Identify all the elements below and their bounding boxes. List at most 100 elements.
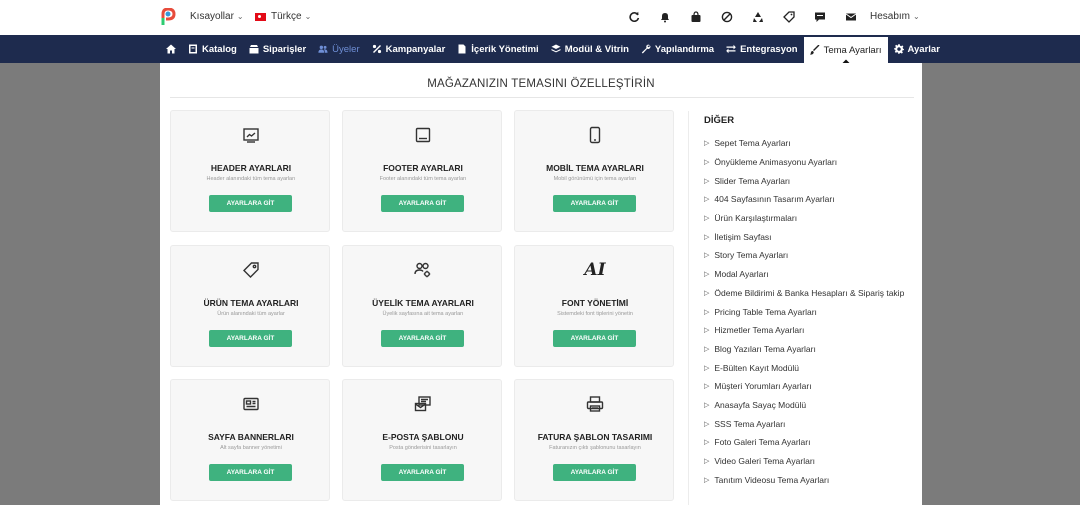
go-to-settings-button[interactable]: AYARLARA GİT [553, 330, 636, 347]
go-to-settings-button[interactable]: AYARLARA GİT [553, 464, 636, 481]
home-icon [166, 44, 176, 54]
exchange-icon [726, 44, 736, 54]
nav-configuration[interactable]: Yapılandırma [635, 35, 720, 63]
account-menu[interactable]: Hesabım ⌄ [870, 11, 920, 22]
card-title: HEADER AYARLARI [210, 163, 292, 173]
card-title: SAYFA BANNERLARI [208, 432, 294, 442]
caret-right-icon: ▷ [704, 140, 710, 148]
go-to-settings-button[interactable]: AYARLARA GİT [209, 195, 292, 212]
link-label: Anasayfa Sayaç Modülü [714, 399, 807, 410]
other-link-preload-animation[interactable]: ▷ Önyükleme Animasyonu Ayarları [704, 153, 919, 172]
link-label: E-Bülten Kayıt Modülü [714, 362, 799, 373]
ban-icon[interactable] [719, 9, 735, 25]
other-link-product-comparison[interactable]: ▷ Ürün Karşılaştırmaları [704, 209, 919, 228]
link-label: Blog Yazıları Tema Ayarları [714, 343, 816, 354]
go-to-settings-button[interactable]: AYARLARA GİT [209, 330, 292, 347]
caret-right-icon: ▷ [704, 289, 710, 297]
main-nav: Katalog Siparişler Üyeler Kampanyalar İç… [0, 35, 1080, 70]
divider [688, 111, 689, 505]
other-link-404-page[interactable]: ▷ 404 Sayfasının Tasarım Ayarları [704, 190, 919, 209]
language-menu[interactable]: Türkçe ⌄ [255, 11, 311, 22]
card-description: Footer alanındaki tüm tema ayarları [379, 176, 467, 182]
other-link-newsletter-module[interactable]: ▷ E-Bülten Kayıt Modülü [704, 358, 919, 377]
other-link-contact-page[interactable]: ▷ İletişim Sayfası [704, 227, 919, 246]
email-template-icon [414, 396, 431, 412]
card-description: Posta gönderisini tasarlayın [389, 445, 457, 451]
other-link-payment-notification[interactable]: ▷ Ödeme Bildirimi & Banka Hesapları & Sip… [704, 284, 919, 303]
caret-right-icon: ▷ [704, 215, 710, 223]
caret-right-icon: ▷ [704, 308, 710, 316]
caret-right-icon: ▷ [704, 476, 710, 484]
other-link-photo-gallery[interactable]: ▷ Foto Galeri Tema Ayarları [704, 433, 919, 452]
other-link-intro-video[interactable]: ▷ Tanıtım Videosu Tema Ayarları [704, 470, 919, 489]
overlay-right [922, 63, 1080, 505]
other-link-video-gallery[interactable]: ▷ Video Galeri Tema Ayarları [704, 452, 919, 471]
bell-icon[interactable] [657, 9, 673, 25]
chevron-down-icon: ⌄ [304, 12, 312, 21]
other-link-slider-theme[interactable]: ▷ Slider Tema Ayarları [704, 171, 919, 190]
brand-logo[interactable] [160, 8, 176, 26]
nav-label: Kampanyalar [385, 43, 446, 55]
section-title: DİĞER [704, 115, 735, 126]
card-title: ÜYELİK TEMA AYARLARI [372, 298, 474, 308]
wrench-icon [641, 44, 651, 54]
card-description: Mobil görünümü için tema ayarları [553, 176, 637, 182]
nav-settings[interactable]: Ayarlar [888, 35, 946, 63]
shortcuts-menu[interactable]: Kısayollar ⌄ [190, 11, 244, 22]
other-link-modal-settings[interactable]: ▷ Modal Ayarları [704, 265, 919, 284]
other-link-pricing-table[interactable]: ▷ Pricing Table Tema Ayarları [704, 302, 919, 321]
other-link-homepage-counter[interactable]: ▷ Anasayfa Sayaç Modülü [704, 396, 919, 415]
other-link-customer-reviews[interactable]: ▷ Müşteri Yorumları Ayarları [704, 377, 919, 396]
nav-label: Tema Ayarları [823, 44, 882, 56]
recycle-icon[interactable] [750, 9, 766, 25]
card-footer-settings: FOOTER AYARLARI Footer alanındaki tüm te… [342, 110, 502, 232]
orders-icon [249, 45, 259, 54]
other-link-blog-theme[interactable]: ▷ Blog Yazıları Tema Ayarları [704, 340, 919, 359]
card-description: Sistemdeki font tiplerini yönetin [557, 311, 633, 317]
page-title: MAĞAZANIZIN TEMASINI ÖZELLEŞTİRİN [427, 78, 655, 90]
nav-label: Modül & Vitrin [564, 43, 629, 55]
footer-icon [415, 127, 431, 143]
other-link-story-theme[interactable]: ▷ Story Tema Ayarları [704, 246, 919, 265]
card-description: Faturanızın çıktı şablonunu tasarlayın [549, 445, 641, 451]
go-to-settings-button[interactable]: AYARLARA GİT [381, 464, 464, 481]
caret-right-icon: ▷ [704, 233, 710, 241]
card-mobile-theme-settings: MOBİL TEMA AYARLARI Mobil görünümü için … [514, 110, 674, 232]
other-link-cart-theme[interactable]: ▷ Sepet Tema Ayarları [704, 134, 919, 153]
card-title: FONT YÖNETİMİ [561, 298, 629, 308]
message-icon[interactable] [812, 9, 828, 25]
caret-right-icon: ▷ [704, 401, 710, 409]
card-title: MOBİL TEMA AYARLARI [546, 163, 644, 173]
nav-label: Ayarlar [907, 43, 940, 55]
brush-icon [809, 45, 820, 55]
other-link-services-theme[interactable]: ▷ Hizmetler Tema Ayarları [704, 321, 919, 340]
nav-home[interactable] [160, 35, 182, 63]
go-to-settings-button[interactable]: AYARLARA GİT [553, 195, 636, 212]
gear-icon [893, 44, 904, 54]
nav-orders[interactable]: Siparişler [243, 35, 312, 63]
turkey-flag-icon [255, 12, 266, 21]
nav-members[interactable]: Üyeler [312, 35, 365, 63]
nav-campaigns[interactable]: Kampanyalar [366, 35, 452, 63]
go-to-settings-button[interactable]: AYARLARA GİT [381, 330, 464, 347]
other-link-faq-theme[interactable]: ▷ SSS Tema Ayarları [704, 414, 919, 433]
nav-content-management[interactable]: İçerik Yönetimi [451, 35, 544, 63]
nav-catalog[interactable]: Katalog [182, 35, 243, 63]
bag-icon[interactable] [688, 9, 704, 25]
top-icon-group [626, 9, 859, 25]
card-title: FATURA ŞABLON TASARIMI [537, 432, 653, 442]
nav-modules[interactable]: Modül & Vitrin [545, 35, 635, 63]
tag-icon[interactable] [781, 9, 797, 25]
refresh-icon[interactable] [626, 9, 642, 25]
go-to-settings-button[interactable]: AYARLARA GİT [209, 464, 292, 481]
overlay-left [0, 63, 160, 505]
nav-integration[interactable]: Entegrasyon [720, 35, 804, 63]
go-to-settings-button[interactable]: AYARLARA GİT [381, 195, 464, 212]
mail-icon[interactable] [843, 9, 859, 25]
catalog-icon [189, 44, 197, 54]
link-label: Foto Galeri Tema Ayarları [714, 437, 811, 448]
link-label: Tanıtım Videosu Tema Ayarları [714, 474, 830, 485]
nav-theme-settings[interactable]: Tema Ayarları [803, 35, 888, 70]
nav-label: Katalog [202, 43, 237, 55]
layers-icon [551, 44, 561, 53]
